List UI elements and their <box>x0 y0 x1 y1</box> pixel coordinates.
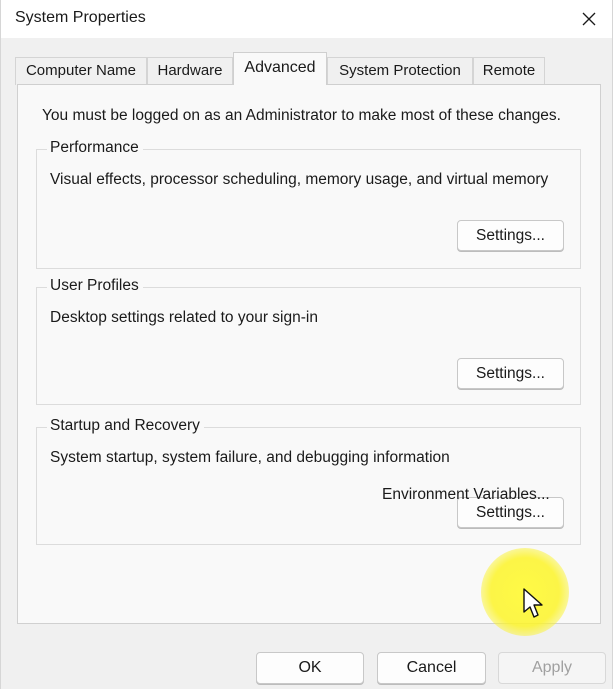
user-profiles-description: Desktop settings related to your sign-in <box>50 309 318 326</box>
system-properties-window: System Properties Computer Name Hardware… <box>0 0 613 689</box>
title-bar[interactable]: System Properties <box>1 0 612 38</box>
user-profiles-group-title: User Profiles <box>47 277 143 295</box>
tab-remote[interactable]: Remote <box>473 57 545 85</box>
close-icon <box>582 12 596 26</box>
startup-recovery-group-title: Startup and Recovery <box>47 417 204 435</box>
window-title: System Properties <box>15 9 146 26</box>
performance-group-title: Performance <box>47 139 143 157</box>
user-profiles-group: User Profiles Desktop settings related t… <box>36 277 581 405</box>
performance-settings-button[interactable]: Settings... <box>457 220 564 251</box>
tab-computer-name[interactable]: Computer Name <box>15 57 147 85</box>
apply-button[interactable]: Apply <box>498 652 606 684</box>
performance-description: Visual effects, processor scheduling, me… <box>50 171 549 188</box>
user-profiles-settings-button[interactable]: Settings... <box>457 358 564 389</box>
startup-recovery-description: System startup, system failure, and debu… <box>50 449 450 466</box>
close-button[interactable] <box>566 0 612 38</box>
environment-variables-button[interactable]: Environment Variables... <box>382 486 550 504</box>
ok-button[interactable]: OK <box>256 652 364 684</box>
tab-hardware[interactable]: Hardware <box>147 57 233 85</box>
mouse-cursor-icon <box>523 588 543 618</box>
tab-advanced[interactable]: Advanced <box>233 52 327 85</box>
cancel-button[interactable]: Cancel <box>377 652 486 684</box>
admin-note: You must be logged on as an Administrato… <box>42 107 561 124</box>
tab-strip: Computer Name Hardware Advanced System P… <box>1 38 612 85</box>
tab-system-protection[interactable]: System Protection <box>327 57 473 85</box>
performance-group: Performance Visual effects, processor sc… <box>36 139 581 269</box>
advanced-tab-panel: You must be logged on as an Administrato… <box>17 84 601 624</box>
